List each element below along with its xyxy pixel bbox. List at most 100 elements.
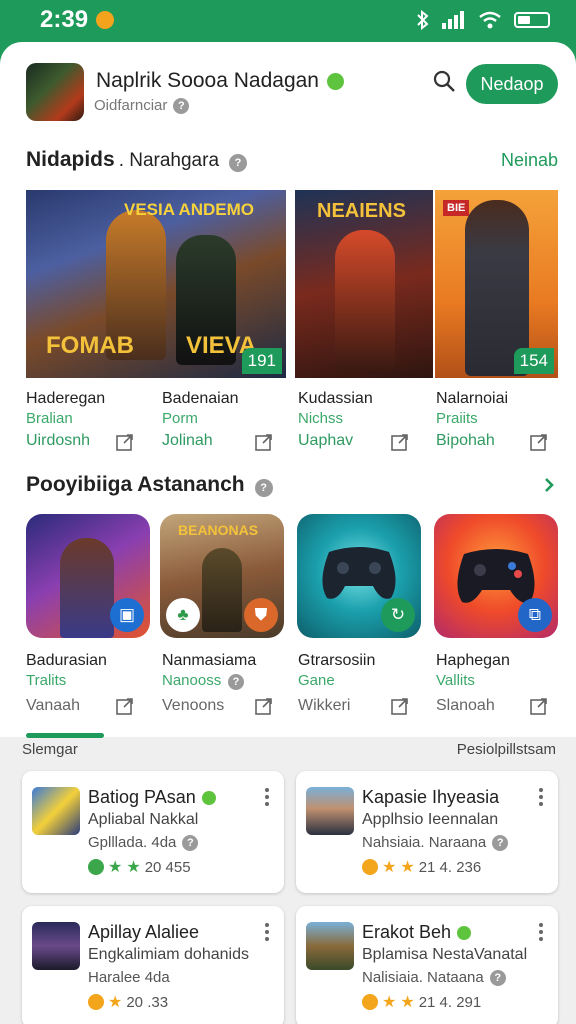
recommended-panel: Slemgar Pesiolpillstsam Batiog PAsan Apl… (0, 733, 576, 1024)
refresh-icon[interactable]: ↻ (381, 598, 415, 632)
external-link-icon[interactable] (255, 433, 273, 451)
info-icon[interactable]: ? (229, 154, 248, 172)
info-icon[interactable]: ? (254, 479, 273, 497)
game-category: Gane (298, 672, 335, 689)
info-icon[interactable]: ? (182, 834, 199, 851)
more-options-icon[interactable] (538, 787, 544, 807)
card-subtitle: Bplamisa NestaVanatal (362, 946, 528, 963)
game-name[interactable]: Badurasian (26, 652, 107, 670)
app-thumbnail (32, 922, 80, 970)
info-icon[interactable]: ? (489, 969, 506, 986)
game-meta: Bipohah (436, 432, 495, 449)
game-name[interactable]: Haphegan (436, 652, 510, 670)
gift-icon[interactable]: ▣ (110, 598, 144, 632)
star-icon: ★ (108, 994, 123, 1011)
game-name[interactable]: Nanmasiama (162, 652, 256, 670)
card-title-text: Kapasie Ihyeasia (362, 787, 500, 807)
app-icon[interactable] (26, 63, 84, 121)
verified-icon (457, 925, 472, 940)
featured-subtitle: . Narahgara (118, 150, 220, 171)
wifi-icon (479, 11, 501, 29)
popular-tile[interactable]: BEANONAS ♣ ⛊ (160, 514, 284, 638)
signal-icon (442, 11, 464, 29)
external-link-icon[interactable] (391, 697, 409, 715)
more-options-icon[interactable] (264, 922, 270, 942)
tile-banner-text: BEANONAS (178, 522, 259, 538)
external-link-icon[interactable] (530, 697, 548, 715)
external-link-icon[interactable] (530, 433, 548, 451)
game-meta: Venoons (162, 697, 225, 714)
card-title: Apillay Alaliee (88, 922, 199, 943)
info-icon[interactable]: ? (492, 834, 509, 851)
rating-text: 21 4. 236 (418, 858, 482, 876)
popular-tile[interactable]: ↻ (297, 514, 421, 638)
game-meta: Uaphav (298, 432, 354, 449)
card-title: Kapasie Ihyeasia (362, 787, 499, 808)
external-link-icon[interactable] (391, 433, 409, 451)
external-link-icon[interactable] (255, 697, 273, 715)
game-name[interactable]: Gtrarsosiin (298, 652, 375, 670)
external-link-icon[interactable] (116, 697, 134, 715)
app-card[interactable]: Batiog PAsan Apliabal Nakkal Gplllada. 4… (22, 771, 284, 893)
app-card[interactable]: Erakot Beh Bplamisa NestaVanatal Nalisia… (296, 906, 558, 1024)
main-sheet: Naplrik Soooa Nadagan Oidfarnciar ? Neda… (0, 42, 576, 1024)
panel-label-right[interactable]: Pesiolpillstsam (457, 741, 556, 758)
app-thumbnail (306, 787, 354, 835)
popular-title: Pooyibiiga Astananch (26, 473, 245, 496)
card-title-text: Apillay Alaliee (88, 922, 200, 942)
featured-banner-left[interactable]: VESIA ANDEMO FOMAB VIEVA 191 (26, 190, 286, 378)
badge-icon (88, 994, 104, 1010)
star-icon: ★ (382, 859, 397, 876)
search-icon[interactable] (432, 69, 456, 93)
rank-badge: 191 (241, 348, 282, 374)
clover-icon: ♣ (166, 598, 200, 632)
info-icon[interactable]: ? (173, 97, 190, 114)
primary-button[interactable]: Nedaop (466, 64, 558, 104)
more-options-icon[interactable] (538, 922, 544, 942)
card-info: Gplllada. 4da? (88, 834, 199, 851)
star-icon: ★ (400, 859, 415, 876)
game-meta: Jolinah (162, 432, 213, 449)
verified-icon (326, 72, 344, 90)
app-card[interactable]: Kapasie Ihyeasia Applhsio Ieennalan Nahs… (296, 771, 558, 893)
popular-tile[interactable]: ▣ (26, 514, 150, 638)
external-link-icon[interactable] (116, 433, 134, 451)
featured-banner-mid[interactable]: NEAIENS (295, 190, 433, 378)
coin-icon (96, 11, 114, 29)
card-info-text: Nalisiaia. Nataana (362, 969, 484, 986)
badge-icon (362, 859, 378, 875)
more-options-icon[interactable] (264, 787, 270, 807)
chevron-right-icon[interactable] (540, 476, 558, 494)
game-name[interactable]: Nalarnoiai (436, 390, 508, 408)
featured-section-title: Nidapids . Narahgara ? (26, 148, 248, 172)
game-name[interactable]: Kudassian (298, 390, 373, 408)
banner-left-text: FOMAB (46, 332, 134, 359)
game-name[interactable]: Badenaian (162, 390, 239, 408)
game-category: Nanooss (162, 672, 222, 689)
card-info: Nalisiaia. Nataana? (362, 969, 506, 986)
game-meta: Uirdosnh (26, 432, 91, 449)
panel-label-left[interactable]: Slemgar (22, 741, 78, 758)
rating-text: 20 .33 (126, 993, 169, 1011)
rating-text: 21 4. 291 (418, 993, 482, 1011)
card-info-text: Gplllada. 4da (88, 834, 177, 851)
card-subtitle: Engkalimiam dohanids (88, 946, 249, 963)
game-meta: Wikkeri (298, 697, 351, 714)
app-title-text: Naplrik Soooa Nadagan (96, 69, 319, 92)
app-subtitle: Oidfarnciar ? (94, 97, 190, 114)
app-card[interactable]: Apillay Alaliee Engkalimiam dohanids Har… (22, 906, 284, 1024)
share-icon[interactable]: ⧉ (518, 598, 552, 632)
battery-icon (514, 12, 550, 28)
status-bar: 2:39 (0, 0, 576, 44)
popular-tile[interactable]: ⧉ (434, 514, 558, 638)
status-time: 2:39 (40, 6, 89, 33)
featured-see-more-link[interactable]: Neinab (501, 150, 558, 171)
game-category: Vallits (436, 672, 475, 689)
banner-top-text: BIE (443, 200, 470, 216)
featured-banner-right[interactable]: BIE 154 (435, 190, 558, 378)
card-subtitle: Applhsio Ieennalan (362, 811, 499, 828)
rank-badge: 154 (513, 348, 554, 374)
info-icon[interactable]: ? (228, 674, 244, 690)
game-name[interactable]: Haderegan (26, 390, 105, 408)
card-info-text: Haralee 4da (88, 969, 170, 986)
